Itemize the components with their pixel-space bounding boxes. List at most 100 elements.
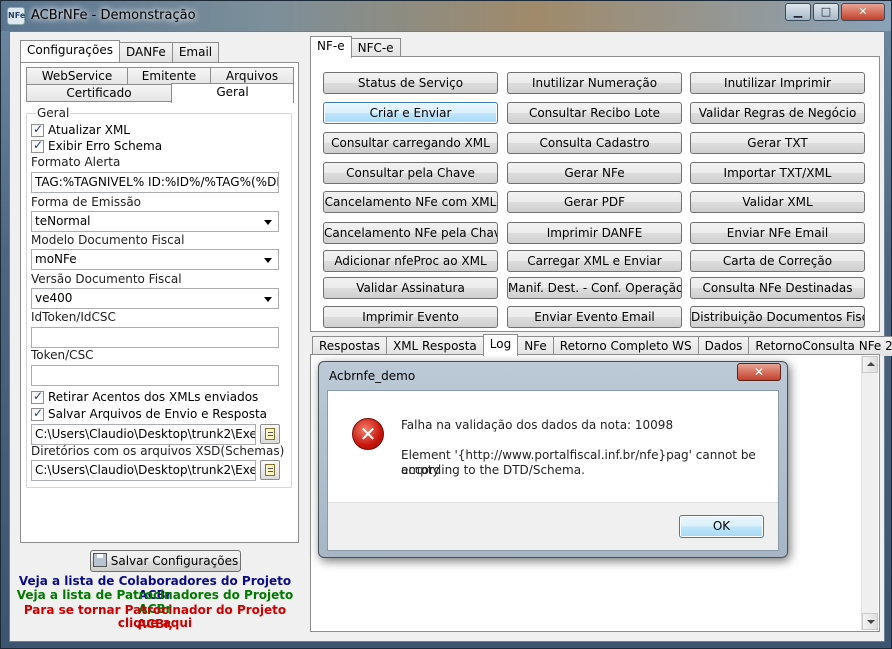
salvar-arquivos-checkbox[interactable]: Salvar Arquivos de Envio e Resposta: [31, 406, 267, 421]
formato-alerta-label: Formato Alerta: [31, 155, 121, 169]
exibir-erro-label: Exibir Erro Schema: [48, 139, 163, 153]
consultar-pela-chave-button[interactable]: Consultar pela Chave: [323, 162, 498, 184]
versao-select[interactable]: ve400: [31, 288, 279, 309]
browse-envio-button[interactable]: [260, 424, 280, 444]
carta-de-correcao-button[interactable]: Carta de Correção: [690, 250, 865, 272]
dialog-footer: OK: [328, 502, 778, 550]
subtab-certificado[interactable]: Certificado: [26, 84, 172, 102]
token-input[interactable]: [31, 365, 279, 386]
modelo-label: Modelo Documento Fiscal: [31, 233, 185, 247]
atualizar-xml-label: Atualizar XML: [48, 123, 130, 137]
result-tabs: Respostas XML Resposta Log NFe Retorno C…: [312, 334, 892, 356]
manif-dest-conf-operacao-button[interactable]: Manif. Dest. - Conf. Operação: [507, 277, 682, 299]
idtoken-label: IdToken/IdCSC: [31, 310, 116, 324]
checkbox-checked-icon: [31, 138, 44, 153]
salvar-configuracoes-label: Salvar Configurações: [110, 554, 239, 568]
tab-respostas[interactable]: Respostas: [312, 336, 387, 356]
tab-danfe[interactable]: DANFe: [118, 42, 173, 62]
scroll-down-icon[interactable]: [862, 613, 878, 630]
tab-retorno-completo[interactable]: Retorno Completo WS: [552, 336, 699, 356]
cancelamento-nfe-pela-chave-button[interactable]: Cancelamento NFe pela Chave: [323, 222, 498, 244]
tab-retorno-consulta[interactable]: RetornoConsulta NFe 2.01: [748, 336, 892, 356]
geral-group: Geral Atualizar XML Exibir Erro Schema F…: [26, 106, 292, 488]
gerar-nfe-button[interactable]: Gerar NFe: [507, 162, 682, 184]
tab-nfce[interactable]: NFC-e: [350, 38, 401, 58]
token-label: Token/CSC: [31, 348, 94, 362]
path-envio-input[interactable]: C:\Users\Claudio\Desktop\trunk2\Exemplos…: [31, 424, 256, 445]
group-title: Geral: [36, 106, 71, 120]
nfe-actions-panel: Status de Serviço Inutilizar Numeração Inu…: [310, 56, 880, 332]
vertical-scrollbar[interactable]: [861, 356, 878, 630]
minimize-button[interactable]: ▁: [785, 3, 811, 21]
diretorios-label: Diretórios com os arquivos XSD(Schemas): [31, 444, 285, 458]
configuracoes-panel: WebService Emitente Arquivos Certificado…: [20, 62, 299, 543]
dialog-close-button[interactable]: ✕: [737, 363, 781, 381]
retirar-acentos-checkbox[interactable]: Retirar Acentos dos XMLs enviados: [31, 389, 259, 404]
left-tabs: Configurações DANFe Email: [20, 40, 220, 62]
folder-icon: [265, 464, 275, 476]
checkbox-checked-icon: [31, 122, 44, 137]
tab-nfe[interactable]: NF-e: [310, 36, 352, 58]
retirar-acentos-label: Retirar Acentos dos XMLs enviados: [48, 390, 259, 404]
ok-button[interactable]: OK: [679, 515, 764, 538]
link-clique-aqui[interactable]: clique aqui: [10, 616, 300, 630]
validar-regras-de-negocio-button[interactable]: Validar Regras de Negócio: [690, 102, 865, 124]
browse-schemas-button[interactable]: [260, 460, 280, 480]
idtoken-input[interactable]: [31, 327, 279, 348]
consultar-recibo-lote-button[interactable]: Consultar Recibo Lote: [507, 102, 682, 124]
checkbox-checked-icon: [31, 406, 44, 421]
enviar-evento-email-button[interactable]: Enviar Evento Email: [507, 306, 682, 328]
modelo-select[interactable]: moNFe: [31, 249, 279, 270]
formato-alerta-input[interactable]: TAG:%TAGNIVEL% ID:%ID%/%TAG%(%DESCRICA: [31, 172, 279, 193]
dialog-body: ✕ Falha na validação dos dados da nota: …: [327, 390, 779, 551]
salvar-configuracoes-button[interactable]: Salvar Configurações: [90, 550, 241, 572]
forma-emissao-select[interactable]: teNormal: [31, 211, 279, 232]
title-bar[interactable]: NFe ACBrNFe - Demonstração ▁ □ ✕: [1, 1, 891, 31]
main-window: NFe ACBrNFe - Demonstração ▁ □ ✕ Configu…: [0, 0, 892, 649]
inutilizar-numeracao-button[interactable]: Inutilizar Numeração: [507, 72, 682, 94]
status-de-servico-button[interactable]: Status de Serviço: [323, 72, 498, 94]
exibir-erro-checkbox[interactable]: Exibir Erro Schema: [31, 138, 163, 153]
error-message-line1: Falha na validação dos dados da nota: 10…: [401, 418, 674, 432]
close-button[interactable]: ✕: [841, 3, 885, 21]
subtab-webservice[interactable]: WebService: [26, 67, 128, 85]
distribuicao-documentos-fiscais-button[interactable]: Distribuição Documentos Fiscais: [690, 306, 865, 328]
tab-dados[interactable]: Dados: [697, 336, 750, 356]
folder-icon: [265, 428, 275, 440]
inutilizar-imprimir-button[interactable]: Inutilizar Imprimir: [690, 72, 865, 94]
consulta-nfe-destinadas-button[interactable]: Consulta NFe Destinadas: [690, 277, 865, 299]
dialog-title: Acbrnfe_demo: [329, 369, 416, 383]
imprimir-evento-button[interactable]: Imprimir Evento: [323, 306, 498, 328]
right-tabs: NF-e NFC-e: [310, 36, 401, 58]
imprimir-danfe-button[interactable]: Imprimir DANFE: [507, 222, 682, 244]
consulta-cadastro-button[interactable]: Consulta Cadastro: [507, 132, 682, 154]
tab-email[interactable]: Email: [171, 42, 220, 62]
adicionar-nfeproc-ao-xml-button[interactable]: Adicionar nfeProc ao XML: [323, 250, 498, 272]
path-schemas-input[interactable]: C:\Users\Claudio\Desktop\trunk2\Exemplos…: [31, 460, 256, 481]
gerar-pdf-button[interactable]: Gerar PDF: [507, 191, 682, 213]
error-dialog: Acbrnfe_demo ✕ ✕ Falha na validação dos …: [318, 361, 788, 558]
tab-nfe-result[interactable]: NFe: [517, 336, 554, 356]
app-icon: NFe: [7, 7, 25, 25]
forma-emissao-label: Forma de Emissão: [31, 195, 142, 209]
cancelamento-nfe-com-xml-button[interactable]: Cancelamento NFe com XML: [323, 191, 498, 213]
window-title: ACBrNFe - Demonstração: [31, 8, 196, 23]
error-message-line3: according to the DTD/Schema.: [401, 463, 585, 477]
criar-e-enviar-button[interactable]: Criar e Enviar: [323, 102, 498, 124]
tab-configuracoes[interactable]: Configurações: [20, 40, 120, 62]
versao-label: Versão Documento Fiscal: [31, 272, 182, 286]
gerar-txt-button[interactable]: Gerar TXT: [690, 132, 865, 154]
enviar-nfe-email-button[interactable]: Enviar NFe Email: [690, 222, 865, 244]
maximize-button[interactable]: □: [813, 3, 839, 21]
tab-log[interactable]: Log: [482, 334, 519, 356]
carregar-xml-e-enviar-button[interactable]: Carregar XML e Enviar: [507, 250, 682, 272]
tab-xml-resposta[interactable]: XML Resposta: [385, 336, 484, 356]
checkbox-checked-icon: [31, 389, 44, 404]
importar-txt-xml-button[interactable]: Importar TXT/XML: [690, 162, 865, 184]
consultar-carregando-xml-button[interactable]: Consultar carregando XML: [323, 132, 498, 154]
validar-assinatura-button[interactable]: Validar Assinatura: [323, 277, 498, 299]
validar-xml-button[interactable]: Validar XML: [690, 191, 865, 213]
subtab-geral[interactable]: Geral: [171, 83, 294, 103]
scroll-up-icon[interactable]: [862, 356, 878, 373]
atualizar-xml-checkbox[interactable]: Atualizar XML: [31, 122, 130, 137]
